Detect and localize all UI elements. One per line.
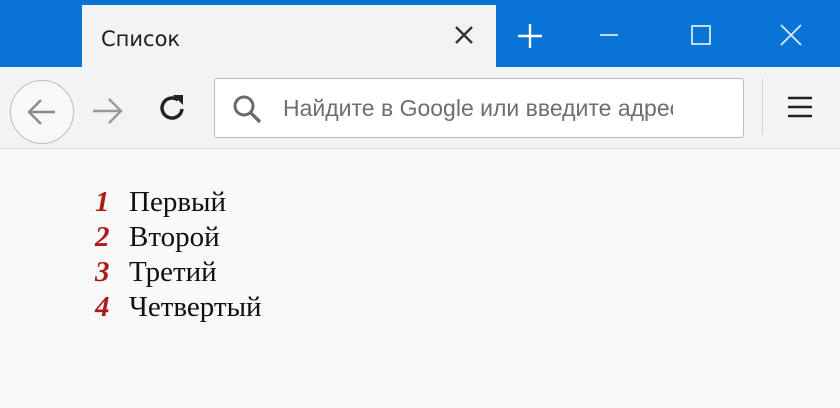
window-close-icon[interactable] bbox=[776, 20, 806, 50]
browser-tab[interactable]: Список bbox=[82, 5, 496, 67]
toolbar-divider bbox=[762, 79, 763, 135]
list-number: 1 bbox=[95, 186, 110, 218]
list-item-label: Четвертый bbox=[129, 291, 262, 323]
list-item-label: Второй bbox=[129, 221, 220, 253]
list-number: 2 bbox=[95, 221, 110, 253]
list-item: 2 Второй bbox=[95, 220, 262, 255]
minimize-icon[interactable] bbox=[594, 20, 624, 50]
reload-icon[interactable] bbox=[155, 91, 189, 125]
search-placeholder: Найдите в Google или введите адрес bbox=[283, 95, 673, 121]
list-number: 4 bbox=[95, 291, 110, 323]
list-item: 3 Третий bbox=[95, 255, 262, 290]
search-icon bbox=[233, 95, 262, 124]
list-item: 1 Первый bbox=[95, 185, 262, 220]
numbered-list: 1 Первый 2 Второй 3 Третий 4 Четвертый bbox=[95, 185, 262, 325]
list-number: 3 bbox=[95, 256, 110, 288]
hamburger-menu-icon[interactable] bbox=[784, 91, 816, 123]
title-bar: Список bbox=[0, 0, 840, 67]
maximize-icon[interactable] bbox=[686, 20, 716, 50]
url-search-bar[interactable]: Найдите в Google или введите адрес bbox=[214, 78, 744, 138]
list-item: 4 Четвертый bbox=[95, 290, 262, 325]
forward-arrow-icon[interactable] bbox=[90, 93, 126, 129]
new-tab-icon[interactable] bbox=[516, 22, 544, 50]
close-icon[interactable] bbox=[452, 23, 476, 47]
tab-title: Список bbox=[101, 27, 181, 51]
list-item-label: Первый bbox=[129, 186, 227, 218]
list-item-label: Третий bbox=[129, 256, 217, 288]
page-content: 1 Первый 2 Второй 3 Третий 4 Четвертый bbox=[0, 149, 840, 408]
nav-toolbar: Найдите в Google или введите адрес bbox=[0, 67, 840, 149]
back-button[interactable] bbox=[10, 80, 74, 144]
back-arrow-icon bbox=[27, 99, 55, 125]
